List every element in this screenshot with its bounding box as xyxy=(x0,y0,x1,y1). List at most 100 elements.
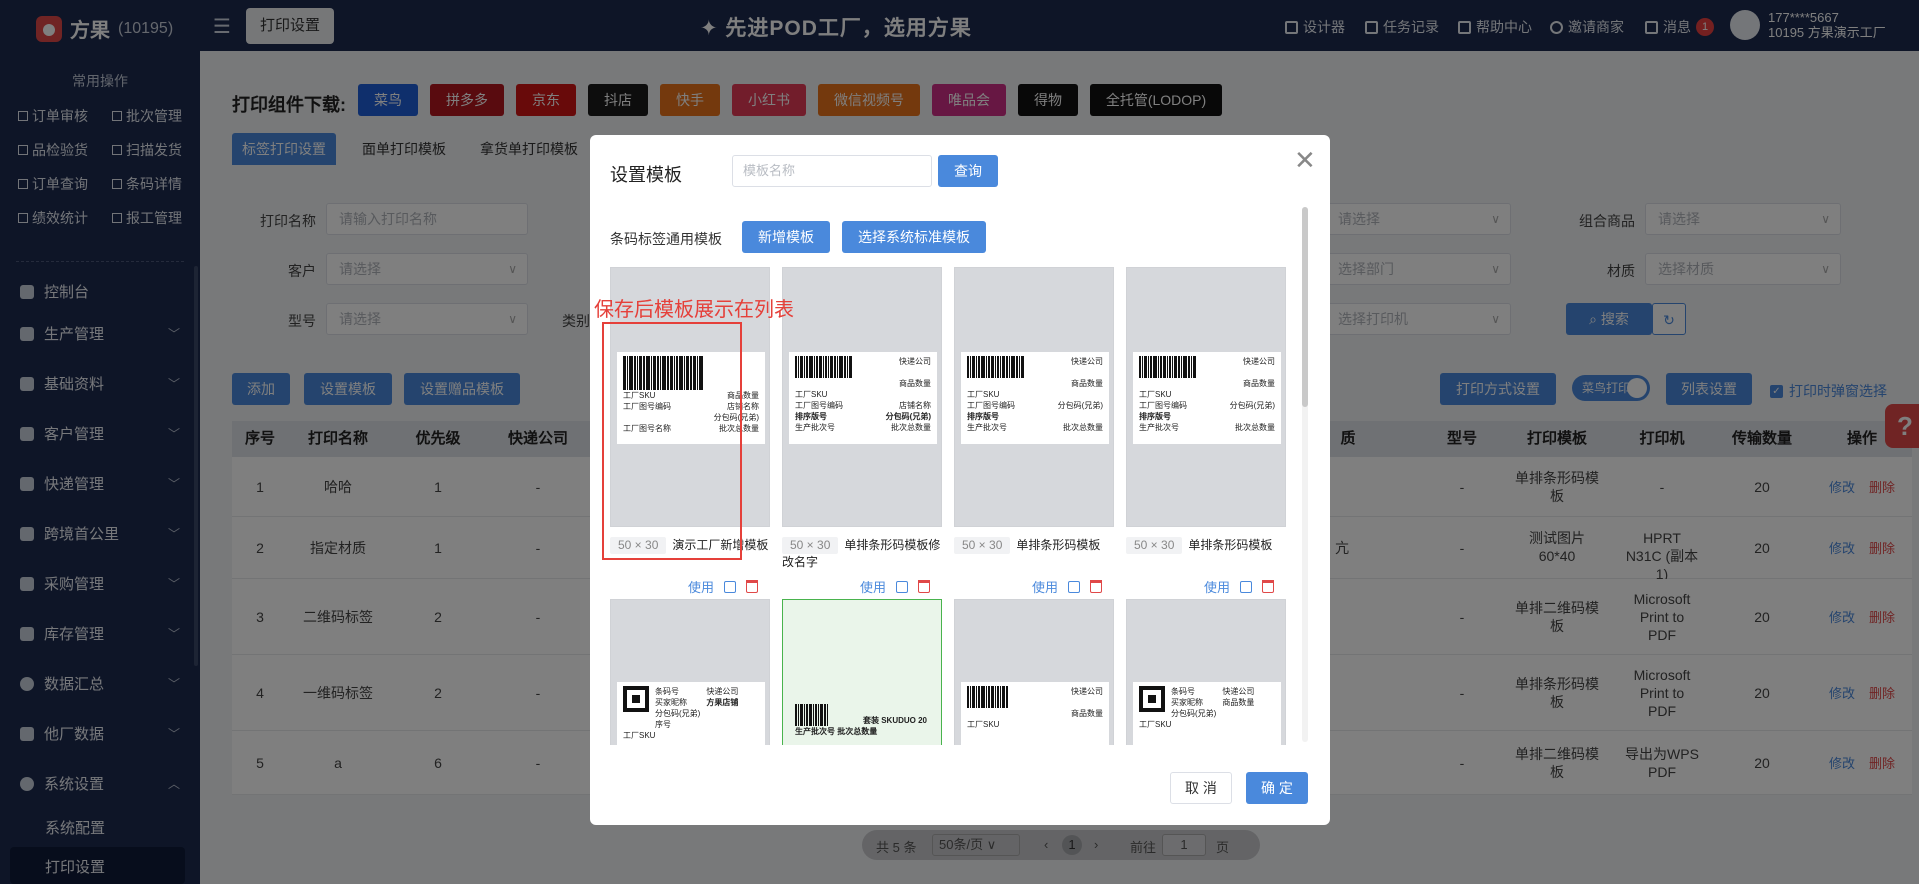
trash-icon[interactable] xyxy=(1262,580,1275,593)
annotation-text: 保存后模板展示在列表 xyxy=(594,299,794,321)
template-card[interactable]: 快递公司 商品数量 工厂SKU 工厂图号编码 店铺名称 排序版号 分包码(兄弟) 生… xyxy=(782,267,942,527)
template-card[interactable]: 条码号 买家昵称 分包码(兄弟) 快递公司 商品数量 工厂SKU xyxy=(1126,599,1286,745)
close-icon[interactable]: ✕ xyxy=(1294,147,1316,173)
label-field: 快递公司 xyxy=(1071,687,1103,696)
size-tag: 50 × 30 xyxy=(782,537,839,554)
use-button[interactable]: 使用 xyxy=(688,577,714,596)
label-column: 条码号 买家昵称 分包码(兄弟) xyxy=(1171,686,1216,719)
label-field: 分包码(兄弟) xyxy=(655,709,701,718)
label-line: 工厂图号编码 分包码(兄弟) xyxy=(1139,400,1275,411)
trash-icon[interactable] xyxy=(746,580,759,593)
template-card[interactable]: 快递公司 商品数量 工厂SKU xyxy=(954,599,1114,745)
template-name-input[interactable]: 模板名称 xyxy=(732,155,932,187)
label-field: 商品数量 xyxy=(1071,379,1103,388)
label-field: 工厂图号编码 xyxy=(795,401,843,410)
label-preview: 条码号 买家昵称 分包码(兄弟) 快递公司 商品数量 工厂SKU xyxy=(1133,682,1281,745)
template-caption: 50 × 30 单排条形码模板 xyxy=(954,537,1122,554)
label-column: 快递公司 商品数量 xyxy=(1222,686,1254,719)
template-card-selected[interactable]: 套装 SKUDUO 20 生产批次号 批次总数量 xyxy=(782,599,942,745)
label-field: 排序版号 xyxy=(1139,412,1171,421)
label-preview: 套装 SKUDUO 20 生产批次号 批次总数量 xyxy=(789,700,937,745)
label-line: 工厂图号编码 分包码(兄弟) xyxy=(967,400,1103,411)
label-field: 商品数量 xyxy=(899,379,931,388)
qr-code-graphic xyxy=(1139,686,1165,712)
label-field: 序号 xyxy=(655,720,671,729)
trash-icon[interactable] xyxy=(1090,580,1103,593)
label-field: 批次总数量 xyxy=(837,727,878,736)
use-button[interactable]: 使用 xyxy=(1032,577,1058,596)
label-field: 生产批次号 xyxy=(795,727,835,736)
label-column: 条码号 买家昵称 分包码(兄弟) xyxy=(655,686,700,719)
copy-icon[interactable] xyxy=(1240,580,1253,593)
modal-scrollbar[interactable] xyxy=(1302,207,1308,407)
label-field: 批次总数量 xyxy=(1235,423,1275,432)
label-field: 商品数量 xyxy=(1071,709,1103,718)
modal-title: 设置模板 xyxy=(610,165,682,185)
label-field: 分包码(兄弟) xyxy=(1229,401,1275,410)
label-field: 商品数量 xyxy=(1243,379,1275,388)
card-actions: 使用 xyxy=(1204,577,1275,596)
use-button[interactable]: 使用 xyxy=(860,577,886,596)
label-preview: 条码号 买家昵称 分包码(兄弟) 快递公司 方果店铺 序号 工厂SKU xyxy=(617,682,765,745)
size-tag: 50 × 30 xyxy=(1126,537,1183,554)
template-name: 单排条形码模板 xyxy=(1188,538,1273,552)
card-actions: 使用 xyxy=(1032,577,1103,596)
new-template-button[interactable]: 新增模板 xyxy=(742,221,830,253)
template-card[interactable]: 快递公司 商品数量 工厂SKU 工厂图号编码 分包码(兄弟) 排序版号 生产批次号… xyxy=(954,267,1114,527)
highlight-box xyxy=(602,322,742,560)
label-field: 批次总数量 xyxy=(891,423,931,432)
use-button[interactable]: 使用 xyxy=(1204,577,1230,596)
label-field: 生产批次号 xyxy=(967,423,1007,432)
template-caption: 50 × 30 单排条形码模板 xyxy=(1126,537,1290,554)
label-field: 快递公司 xyxy=(1071,357,1103,366)
label-line: 快递公司 xyxy=(795,356,931,378)
select-system-template-button[interactable]: 选择系统标准模板 xyxy=(842,221,986,253)
qr-code-graphic xyxy=(623,686,649,712)
label-field: 买家昵称 xyxy=(1171,698,1203,707)
barcode-graphic xyxy=(967,686,1047,708)
barcode-graphic xyxy=(795,704,857,726)
label-field: 套装 SKUDUO 20 xyxy=(863,716,928,725)
template-card[interactable]: 快递公司 商品数量 工厂SKU 工厂图号编码 分包码(兄弟) 排序版号 生产批次号… xyxy=(1126,267,1286,527)
template-card[interactable]: 条码号 买家昵称 分包码(兄弟) 快递公司 方果店铺 序号 工厂SKU xyxy=(610,599,770,745)
label-preview: 快递公司 商品数量 工厂SKU 工厂图号编码 店铺名称 排序版号 分包码(兄弟) 生… xyxy=(789,352,937,444)
barcode-graphic xyxy=(795,356,891,378)
template-name: 单排条形码模板 xyxy=(1016,538,1101,552)
label-field: 排序版号 xyxy=(967,412,999,421)
label-field: 快递公司 xyxy=(899,357,931,366)
label-field: 工厂SKU xyxy=(1139,720,1172,729)
label-line: 生产批次号 批次总数量 xyxy=(967,422,1103,433)
label-field: 方果店铺 xyxy=(706,698,739,707)
confirm-button[interactable]: 确 定 xyxy=(1246,772,1308,804)
barcode-graphic xyxy=(1139,356,1235,378)
query-button[interactable]: 查询 xyxy=(938,155,998,187)
label-field: 工厂SKU xyxy=(967,720,1000,729)
label-field: 工厂图号编码 xyxy=(967,401,1015,410)
label-field: 条码号 xyxy=(1171,687,1195,696)
label-field: 条码号 xyxy=(655,687,679,696)
label-field: 快递公司 xyxy=(1222,687,1255,696)
copy-icon[interactable] xyxy=(724,580,737,593)
label-preview: 快递公司 商品数量 工厂SKU 工厂图号编码 分包码(兄弟) 排序版号 生产批次号… xyxy=(961,352,1109,444)
label-field: 工厂SKU xyxy=(1139,390,1172,399)
label-field: 买家昵称 xyxy=(655,698,687,707)
trash-icon[interactable] xyxy=(918,580,931,593)
label-line: 生产批次号 批次总数量 xyxy=(1139,422,1275,433)
label-field: 生产批次号 xyxy=(795,423,835,432)
label-field: 快递公司 xyxy=(706,687,739,696)
cancel-button[interactable]: 取 消 xyxy=(1170,772,1232,804)
label-line: 生产批次号 批次总数量 xyxy=(795,422,931,433)
label-line: 条码号 买家昵称 分包码(兄弟) 快递公司 商品数量 xyxy=(1139,686,1275,719)
section-label: 条码标签通用模板 xyxy=(610,231,722,247)
label-field: 排序版号 xyxy=(795,412,827,421)
label-line: 工厂图号编码 店铺名称 xyxy=(795,400,931,411)
label-line: 套装 SKUDUO 20 xyxy=(795,704,931,726)
label-field: 生产批次号 xyxy=(1139,423,1179,432)
label-line: 快递公司 xyxy=(967,356,1103,378)
copy-icon[interactable] xyxy=(1068,580,1081,593)
label-field: 分包码(兄弟) xyxy=(1057,401,1103,410)
label-field: 快递公司 xyxy=(1243,357,1275,366)
copy-icon[interactable] xyxy=(896,580,909,593)
label-line: 快递公司 xyxy=(1139,356,1275,378)
label-field: 工厂SKU xyxy=(795,390,828,399)
